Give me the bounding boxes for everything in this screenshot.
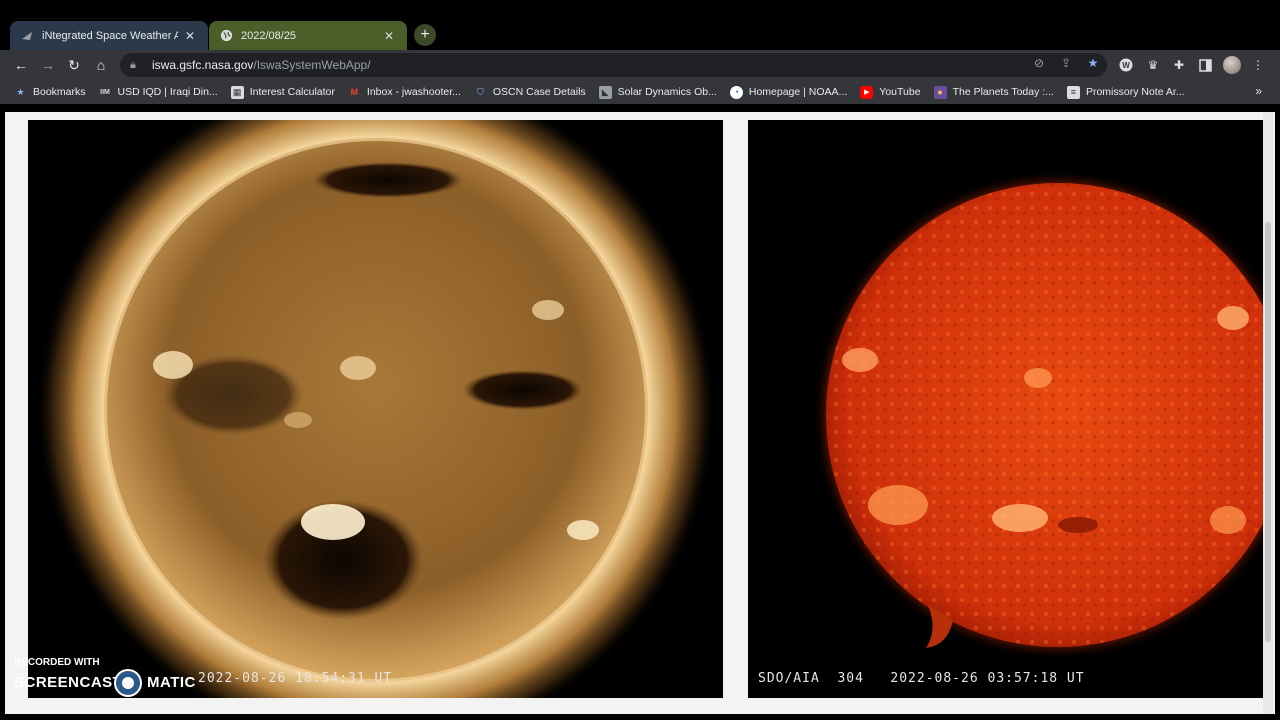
url-host: iswa.gsfc.nasa.gov xyxy=(152,58,254,72)
watermark-recorded-with: RECORDED WITH xyxy=(14,657,100,668)
bookmark-bookmarks[interactable]: ★ Bookmarks xyxy=(14,86,86,99)
extension-crown-icon[interactable]: ♛ xyxy=(1144,56,1162,74)
shield-icon: ⛉ xyxy=(476,86,484,97)
bookmark-oscn[interactable]: ⛉ OSCN Case Details xyxy=(474,86,586,99)
bookmarks-bar: ★ Bookmarks IIM USD IQD | Iraqi Din... ▦… xyxy=(0,80,1280,104)
calculator-icon: ▦ xyxy=(230,85,244,99)
youtube-icon: ▶ xyxy=(860,85,874,99)
bookmark-label: Solar Dynamics Ob... xyxy=(617,86,717,98)
sun-image-aia-193[interactable]: 2022-08-26 18:54:31 UT xyxy=(28,120,723,698)
bookmark-usd-iqd[interactable]: IIM USD IQD | Iraqi Din... xyxy=(99,86,218,99)
bookmark-label: Homepage | NOAA... xyxy=(748,86,848,98)
sun-image-aia-304[interactable]: SDO/AIA 304 2022-08-26 03:57:18 UT xyxy=(748,120,1263,698)
bookmark-noaa[interactable]: ◔ Homepage | NOAA... xyxy=(729,85,848,99)
forward-icon[interactable]: → xyxy=(38,55,58,75)
tab-title: 2022/08/25 xyxy=(241,29,297,42)
tab-2022-08-25[interactable]: 2022/08/25 ✕ xyxy=(209,21,407,50)
nasa-icon: ◣ xyxy=(598,85,612,99)
bookmark-star-icon[interactable]: ★ xyxy=(1084,54,1102,72)
new-tab-button[interactable]: + xyxy=(414,24,436,46)
bookmark-solar-dynamics[interactable]: ◣ Solar Dynamics Ob... xyxy=(598,85,717,99)
sun-193-graphic xyxy=(28,120,723,698)
bookmark-label: OSCN Case Details xyxy=(492,86,586,98)
share-icon[interactable]: ⇪ xyxy=(1057,54,1075,72)
reload-icon[interactable]: ↻ xyxy=(64,55,84,75)
back-icon[interactable]: ← xyxy=(11,55,31,75)
bookmark-label: YouTube xyxy=(879,86,921,98)
bookmark-label: Bookmarks xyxy=(33,86,86,98)
bookmark-label: Interest Calculator xyxy=(249,86,335,98)
site-icon: IIM xyxy=(100,88,110,96)
home-icon[interactable]: ⌂ xyxy=(91,55,111,75)
close-tab-icon[interactable]: ✕ xyxy=(182,29,198,43)
screencast-logo-icon xyxy=(114,669,142,697)
document-icon: ≡ xyxy=(1066,85,1080,99)
close-tab-icon[interactable]: ✕ xyxy=(381,29,397,43)
page-viewport: 2022-08-26 18:54:31 UT SDO/AIA 304 2022-… xyxy=(0,104,1280,720)
bookmark-promissory-note[interactable]: ≡ Promissory Note Ar... xyxy=(1066,85,1185,99)
bookmark-label: The Planets Today :... xyxy=(952,86,1054,98)
eye-slash-icon[interactable]: ⊘ xyxy=(1030,54,1048,72)
menu-kebab-icon[interactable]: ⋮ xyxy=(1249,56,1267,74)
bookmark-youtube[interactable]: ▶ YouTube xyxy=(860,85,921,99)
lock-icon: 🔒︎ xyxy=(130,58,136,71)
bookmark-interest-calculator[interactable]: ▦ Interest Calculator xyxy=(230,85,335,99)
puzzle-icon[interactable]: ✚ xyxy=(1170,56,1188,74)
bookmarks-overflow-icon[interactable]: » xyxy=(1255,84,1262,98)
watermark-matic: MATIC xyxy=(147,674,196,691)
gmail-icon: M xyxy=(350,87,359,97)
iswa-page: 2022-08-26 18:54:31 UT SDO/AIA 304 2022-… xyxy=(5,112,1275,714)
bookmark-label: Promissory Note Ar... xyxy=(1085,86,1185,98)
address-bar[interactable]: 🔒︎ iswa.gsfc.nasa.gov/IswaSystemWebApp/ xyxy=(120,53,1107,77)
profile-avatar[interactable] xyxy=(1223,56,1241,74)
tab-strip: iNtegrated Space Weather Analy ✕ 2022/08… xyxy=(0,0,1280,52)
image-timestamp-caption: 2022-08-26 18:54:31 UT xyxy=(198,671,393,686)
image-timestamp-caption: SDO/AIA 304 2022-08-26 03:57:18 UT xyxy=(758,671,1085,686)
bookmark-label: USD IQD | Iraqi Din... xyxy=(117,86,218,98)
url-path: /IswaSystemWebApp/ xyxy=(253,58,371,72)
side-panel-icon[interactable] xyxy=(1196,56,1214,74)
bookmark-planets-today[interactable]: ● The Planets Today :... xyxy=(933,85,1054,99)
globe-icon xyxy=(219,29,233,43)
watermark-screencast: SCREENCAST xyxy=(14,674,123,691)
nasa-icon xyxy=(20,29,34,43)
browser-toolbar: ← → ↻ ⌂ 🔒︎ iswa.gsfc.nasa.gov/IswaSystem… xyxy=(0,50,1280,80)
tab-title: iNtegrated Space Weather Analy xyxy=(42,29,178,42)
planets-icon: ● xyxy=(933,85,947,99)
tab-iswa[interactable]: iNtegrated Space Weather Analy ✕ xyxy=(10,21,208,50)
page-scrollbar[interactable] xyxy=(1263,112,1273,714)
bookmark-inbox[interactable]: M Inbox - jwashooter... xyxy=(348,86,461,99)
bookmark-label: Inbox - jwashooter... xyxy=(366,86,461,98)
scrollbar-thumb[interactable] xyxy=(1265,222,1271,642)
extension-w-icon[interactable]: W xyxy=(1117,56,1135,74)
noaa-icon: ◔ xyxy=(729,85,743,99)
sun-304-graphic xyxy=(748,120,1263,698)
svg-text:W: W xyxy=(1122,61,1130,70)
star-icon: ★ xyxy=(16,86,25,97)
